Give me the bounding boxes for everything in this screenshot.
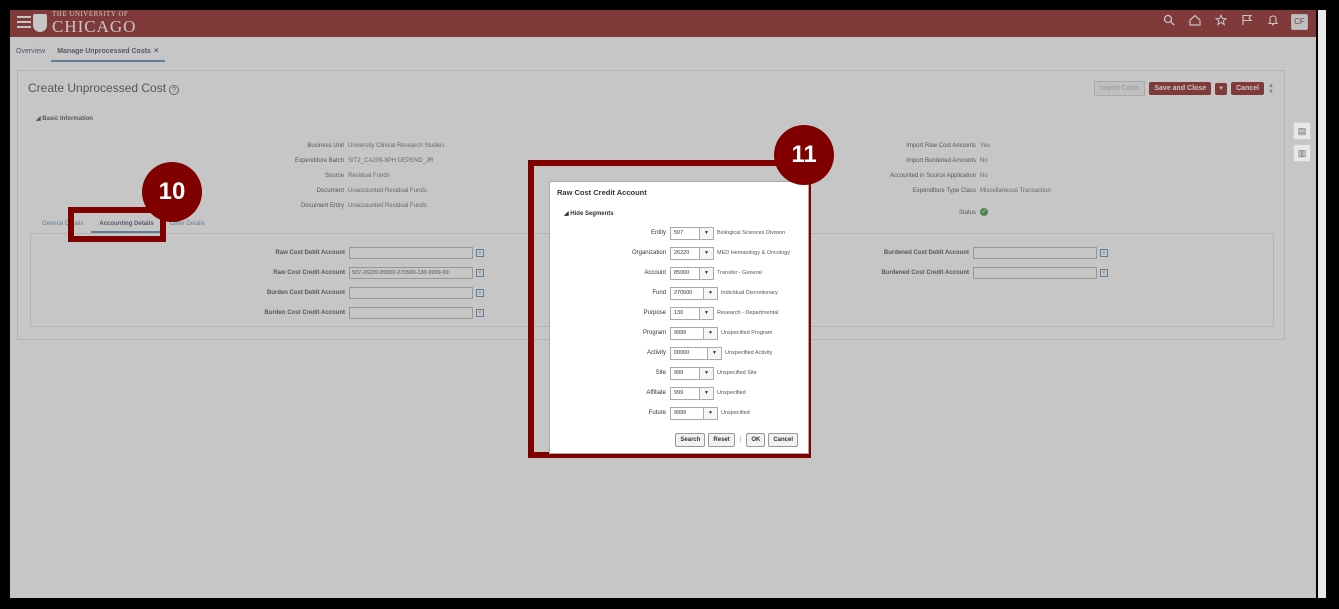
chevron-down-icon[interactable]: ▼ [700,306,714,320]
segment-description: Transfer - General [717,269,762,276]
segment-input[interactable]: 999 [670,366,700,380]
segment-label: Site [655,370,666,376]
segment-label: Account [644,270,666,276]
segment-input[interactable]: 9999 [670,326,704,340]
dialog-cancel-button[interactable]: Cancel [768,433,798,447]
segment-description: Unspecified [721,409,750,416]
segment-description: Research - Departmental [717,309,779,316]
page-scrollbar[interactable] [1318,10,1326,598]
chart-icon[interactable]: ▥ [1293,144,1311,162]
callout-badge-10: 10 [142,162,202,222]
segment-input[interactable]: 26220 [670,246,700,260]
chevron-down-icon[interactable]: ▼ [700,226,714,240]
chevron-down-icon[interactable]: ▼ [700,366,714,380]
segment-site: Site 999 ▼ Unspecified Site [550,366,795,380]
segment-input[interactable]: 130 [670,306,700,320]
segment-purpose: Purpose 130 ▼ Research - Departmental [550,306,795,320]
chevron-down-icon[interactable]: ▼ [700,246,714,260]
chevron-down-icon[interactable]: ▼ [704,406,718,420]
chevron-down-icon[interactable]: ▼ [700,266,714,280]
segment-description: Unspecified Program [721,329,773,336]
chevron-down-icon[interactable]: ▼ [700,386,714,400]
segment-program: Program 9999 ▼ Unspecified Program [550,326,799,340]
dialog-buttons: Search Reset | OK Cancel [675,433,798,447]
segment-description: MED Hematology & Oncology [717,249,791,256]
segment-label: Fund [652,290,666,296]
ok-button[interactable]: OK [746,433,766,447]
segment-input[interactable]: 85000 [670,266,700,280]
button-separator: | [739,437,742,443]
segment-input[interactable]: 999 [670,386,700,400]
segment-description: Unspecified Activity [725,349,773,356]
segment-label: Activity [646,350,666,356]
segment-label: Affiliate [646,390,666,396]
segment-organization: Organization 26220 ▼ MED Hematology & Oncol… [550,246,795,260]
segment-label: Future [648,410,666,416]
document-icon[interactable]: ▤ [1293,122,1311,140]
segment-label: Organization [631,250,666,256]
callout-badge-11: 11 [774,125,834,185]
side-panel-buttons: ▤ ▥ [1293,122,1311,162]
segment-label: Entity [650,230,666,236]
segment-future: Future 9999 ▼ Unspecified [550,406,799,420]
chevron-down-icon[interactable]: ▼ [704,286,718,300]
chevron-down-icon[interactable]: ▼ [704,326,718,340]
segment-label: Purpose [643,310,666,316]
segment-input[interactable]: 270500 [670,286,704,300]
chevron-down-icon[interactable]: ▼ [708,346,722,360]
segment-description: Individual Discretionary [721,289,778,296]
raw-cost-credit-account-dialog: Raw Cost Credit Account ◢ Hide Segments … [549,181,809,454]
segment-description: Unspecified Site [717,369,757,376]
segment-label: Program [642,330,666,336]
hide-segments-label: Hide Segments [570,211,614,217]
segment-description: Biological Sciences Division [717,229,786,236]
segment-input[interactable]: 507 [670,226,700,240]
search-button[interactable]: Search [675,433,706,447]
app-frame: THE UNIVERSITY OF CHICAGO CF Overview Ma… [10,10,1316,598]
reset-button[interactable]: Reset [708,433,735,447]
segment-affiliate: Affiliate 999 ▼ Unspecified [550,386,795,400]
segment-activity: Activity 00000 ▼ Unspecified Activity [550,346,803,360]
dialog-title: Raw Cost Credit Account [557,188,647,197]
segment-fund: Fund 270500 ▼ Individual Discretionary [550,286,799,300]
hide-segments-toggle[interactable]: ◢ Hide Segments [564,210,614,217]
segment-description: Unspecified [717,389,746,396]
segment-entity: Entity 507 ▼ Biological Sciences Division [550,226,795,240]
segment-input[interactable]: 9999 [670,406,704,420]
segment-input[interactable]: 00000 [670,346,708,360]
segment-account: Account 85000 ▼ Transfer - General [550,266,795,280]
